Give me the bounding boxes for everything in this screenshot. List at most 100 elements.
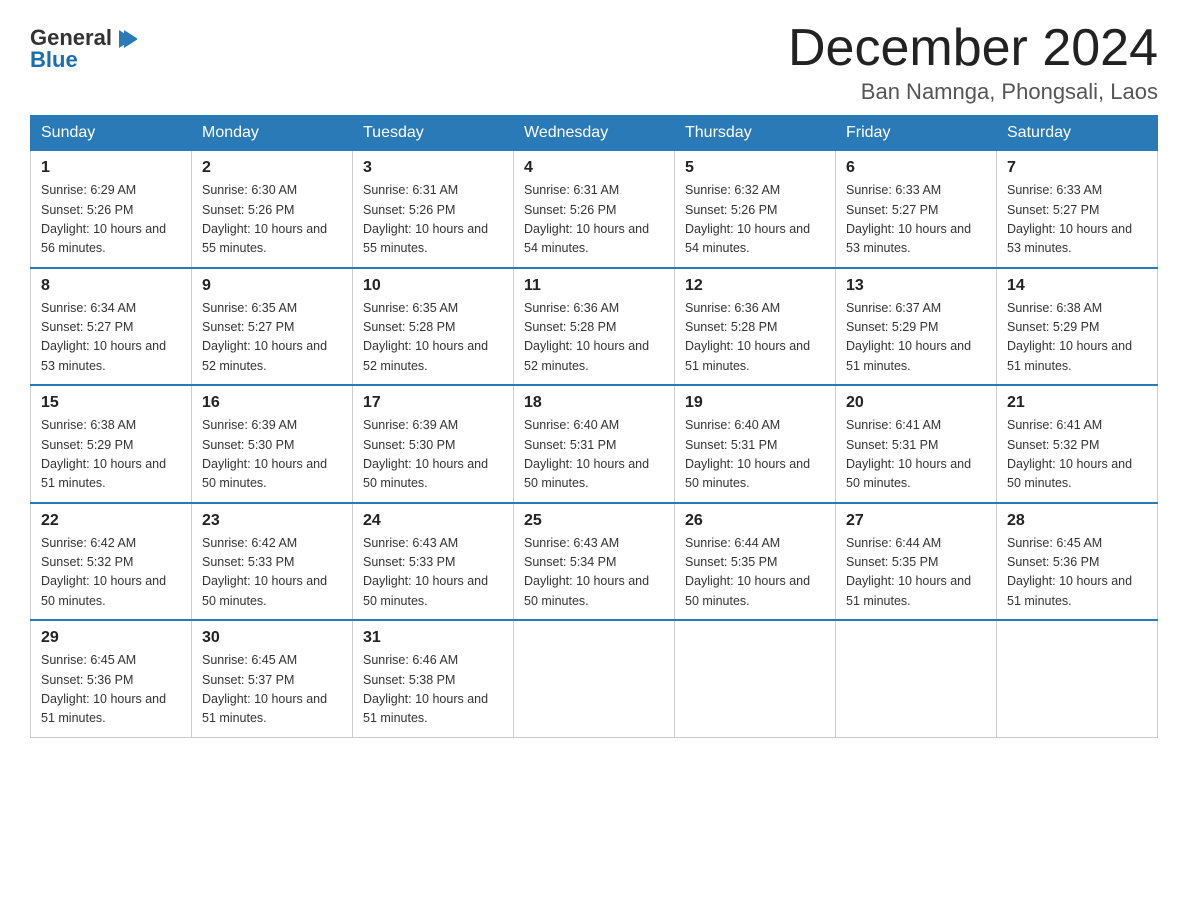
day-info: Sunrise: 6:45 AM Sunset: 5:36 PM Dayligh… [41, 651, 181, 729]
calendar-day-cell: 21 Sunrise: 6:41 AM Sunset: 5:32 PM Dayl… [997, 385, 1158, 503]
calendar-header-saturday: Saturday [997, 116, 1158, 151]
calendar-day-cell: 20 Sunrise: 6:41 AM Sunset: 5:31 PM Dayl… [836, 385, 997, 503]
day-number: 15 [41, 394, 181, 412]
day-info: Sunrise: 6:39 AM Sunset: 5:30 PM Dayligh… [363, 416, 503, 494]
calendar-day-cell: 13 Sunrise: 6:37 AM Sunset: 5:29 PM Dayl… [836, 268, 997, 386]
day-info: Sunrise: 6:40 AM Sunset: 5:31 PM Dayligh… [524, 416, 664, 494]
calendar-day-cell [997, 620, 1158, 737]
calendar-day-cell: 22 Sunrise: 6:42 AM Sunset: 5:32 PM Dayl… [31, 503, 192, 621]
day-number: 27 [846, 512, 986, 530]
day-number: 2 [202, 159, 342, 177]
calendar-day-cell: 16 Sunrise: 6:39 AM Sunset: 5:30 PM Dayl… [192, 385, 353, 503]
day-number: 9 [202, 277, 342, 295]
day-number: 12 [685, 277, 825, 295]
day-number: 16 [202, 394, 342, 412]
day-info: Sunrise: 6:36 AM Sunset: 5:28 PM Dayligh… [685, 299, 825, 377]
day-info: Sunrise: 6:31 AM Sunset: 5:26 PM Dayligh… [363, 181, 503, 259]
day-info: Sunrise: 6:38 AM Sunset: 5:29 PM Dayligh… [41, 416, 181, 494]
day-info: Sunrise: 6:37 AM Sunset: 5:29 PM Dayligh… [846, 299, 986, 377]
day-number: 24 [363, 512, 503, 530]
calendar-header-wednesday: Wednesday [514, 116, 675, 151]
day-info: Sunrise: 6:45 AM Sunset: 5:37 PM Dayligh… [202, 651, 342, 729]
day-number: 6 [846, 159, 986, 177]
day-info: Sunrise: 6:44 AM Sunset: 5:35 PM Dayligh… [685, 534, 825, 612]
day-number: 29 [41, 629, 181, 647]
calendar-day-cell: 9 Sunrise: 6:35 AM Sunset: 5:27 PM Dayli… [192, 268, 353, 386]
calendar-day-cell: 15 Sunrise: 6:38 AM Sunset: 5:29 PM Dayl… [31, 385, 192, 503]
day-number: 3 [363, 159, 503, 177]
calendar-day-cell: 4 Sunrise: 6:31 AM Sunset: 5:26 PM Dayli… [514, 151, 675, 268]
day-info: Sunrise: 6:42 AM Sunset: 5:32 PM Dayligh… [41, 534, 181, 612]
day-number: 8 [41, 277, 181, 295]
calendar-day-cell: 29 Sunrise: 6:45 AM Sunset: 5:36 PM Dayl… [31, 620, 192, 737]
day-info: Sunrise: 6:38 AM Sunset: 5:29 PM Dayligh… [1007, 299, 1147, 377]
month-title: December 2024 [788, 20, 1158, 77]
day-info: Sunrise: 6:45 AM Sunset: 5:36 PM Dayligh… [1007, 534, 1147, 612]
calendar-week-row: 29 Sunrise: 6:45 AM Sunset: 5:36 PM Dayl… [31, 620, 1158, 737]
day-number: 14 [1007, 277, 1147, 295]
calendar-week-row: 15 Sunrise: 6:38 AM Sunset: 5:29 PM Dayl… [31, 385, 1158, 503]
calendar-day-cell: 5 Sunrise: 6:32 AM Sunset: 5:26 PM Dayli… [675, 151, 836, 268]
day-info: Sunrise: 6:29 AM Sunset: 5:26 PM Dayligh… [41, 181, 181, 259]
calendar-day-cell: 10 Sunrise: 6:35 AM Sunset: 5:28 PM Dayl… [353, 268, 514, 386]
day-info: Sunrise: 6:31 AM Sunset: 5:26 PM Dayligh… [524, 181, 664, 259]
day-number: 17 [363, 394, 503, 412]
calendar-day-cell: 30 Sunrise: 6:45 AM Sunset: 5:37 PM Dayl… [192, 620, 353, 737]
day-info: Sunrise: 6:30 AM Sunset: 5:26 PM Dayligh… [202, 181, 342, 259]
day-info: Sunrise: 6:41 AM Sunset: 5:31 PM Dayligh… [846, 416, 986, 494]
page-header: General Blue December 2024 Ban Namnga, P… [30, 20, 1158, 105]
day-info: Sunrise: 6:34 AM Sunset: 5:27 PM Dayligh… [41, 299, 181, 377]
day-number: 25 [524, 512, 664, 530]
calendar-day-cell: 8 Sunrise: 6:34 AM Sunset: 5:27 PM Dayli… [31, 268, 192, 386]
calendar-day-cell: 19 Sunrise: 6:40 AM Sunset: 5:31 PM Dayl… [675, 385, 836, 503]
logo: General Blue [30, 25, 137, 73]
day-number: 13 [846, 277, 986, 295]
day-number: 23 [202, 512, 342, 530]
calendar-day-cell: 17 Sunrise: 6:39 AM Sunset: 5:30 PM Dayl… [353, 385, 514, 503]
day-info: Sunrise: 6:42 AM Sunset: 5:33 PM Dayligh… [202, 534, 342, 612]
day-number: 21 [1007, 394, 1147, 412]
day-number: 22 [41, 512, 181, 530]
calendar-table: SundayMondayTuesdayWednesdayThursdayFrid… [30, 115, 1158, 738]
day-number: 31 [363, 629, 503, 647]
calendar-day-cell: 31 Sunrise: 6:46 AM Sunset: 5:38 PM Dayl… [353, 620, 514, 737]
day-number: 11 [524, 277, 664, 295]
calendar-header-monday: Monday [192, 116, 353, 151]
day-info: Sunrise: 6:36 AM Sunset: 5:28 PM Dayligh… [524, 299, 664, 377]
calendar-week-row: 8 Sunrise: 6:34 AM Sunset: 5:27 PM Dayli… [31, 268, 1158, 386]
calendar-header-thursday: Thursday [675, 116, 836, 151]
calendar-day-cell: 26 Sunrise: 6:44 AM Sunset: 5:35 PM Dayl… [675, 503, 836, 621]
calendar-header-friday: Friday [836, 116, 997, 151]
day-info: Sunrise: 6:33 AM Sunset: 5:27 PM Dayligh… [1007, 181, 1147, 259]
calendar-day-cell: 27 Sunrise: 6:44 AM Sunset: 5:35 PM Dayl… [836, 503, 997, 621]
calendar-week-row: 22 Sunrise: 6:42 AM Sunset: 5:32 PM Dayl… [31, 503, 1158, 621]
day-info: Sunrise: 6:35 AM Sunset: 5:28 PM Dayligh… [363, 299, 503, 377]
calendar-day-cell [836, 620, 997, 737]
calendar-day-cell: 23 Sunrise: 6:42 AM Sunset: 5:33 PM Dayl… [192, 503, 353, 621]
day-info: Sunrise: 6:33 AM Sunset: 5:27 PM Dayligh… [846, 181, 986, 259]
day-number: 18 [524, 394, 664, 412]
calendar-header-tuesday: Tuesday [353, 116, 514, 151]
day-number: 20 [846, 394, 986, 412]
calendar-day-cell: 7 Sunrise: 6:33 AM Sunset: 5:27 PM Dayli… [997, 151, 1158, 268]
day-info: Sunrise: 6:43 AM Sunset: 5:34 PM Dayligh… [524, 534, 664, 612]
calendar-day-cell: 12 Sunrise: 6:36 AM Sunset: 5:28 PM Dayl… [675, 268, 836, 386]
calendar-header-row: SundayMondayTuesdayWednesdayThursdayFrid… [31, 116, 1158, 151]
day-number: 10 [363, 277, 503, 295]
day-number: 19 [685, 394, 825, 412]
calendar-day-cell: 28 Sunrise: 6:45 AM Sunset: 5:36 PM Dayl… [997, 503, 1158, 621]
title-section: December 2024 Ban Namnga, Phongsali, Lao… [788, 20, 1158, 105]
day-info: Sunrise: 6:39 AM Sunset: 5:30 PM Dayligh… [202, 416, 342, 494]
day-info: Sunrise: 6:43 AM Sunset: 5:33 PM Dayligh… [363, 534, 503, 612]
day-number: 26 [685, 512, 825, 530]
day-info: Sunrise: 6:41 AM Sunset: 5:32 PM Dayligh… [1007, 416, 1147, 494]
calendar-day-cell [675, 620, 836, 737]
calendar-header-sunday: Sunday [31, 116, 192, 151]
day-info: Sunrise: 6:35 AM Sunset: 5:27 PM Dayligh… [202, 299, 342, 377]
calendar-day-cell: 6 Sunrise: 6:33 AM Sunset: 5:27 PM Dayli… [836, 151, 997, 268]
day-number: 28 [1007, 512, 1147, 530]
day-number: 30 [202, 629, 342, 647]
calendar-day-cell: 3 Sunrise: 6:31 AM Sunset: 5:26 PM Dayli… [353, 151, 514, 268]
calendar-day-cell: 24 Sunrise: 6:43 AM Sunset: 5:33 PM Dayl… [353, 503, 514, 621]
day-number: 7 [1007, 159, 1147, 177]
